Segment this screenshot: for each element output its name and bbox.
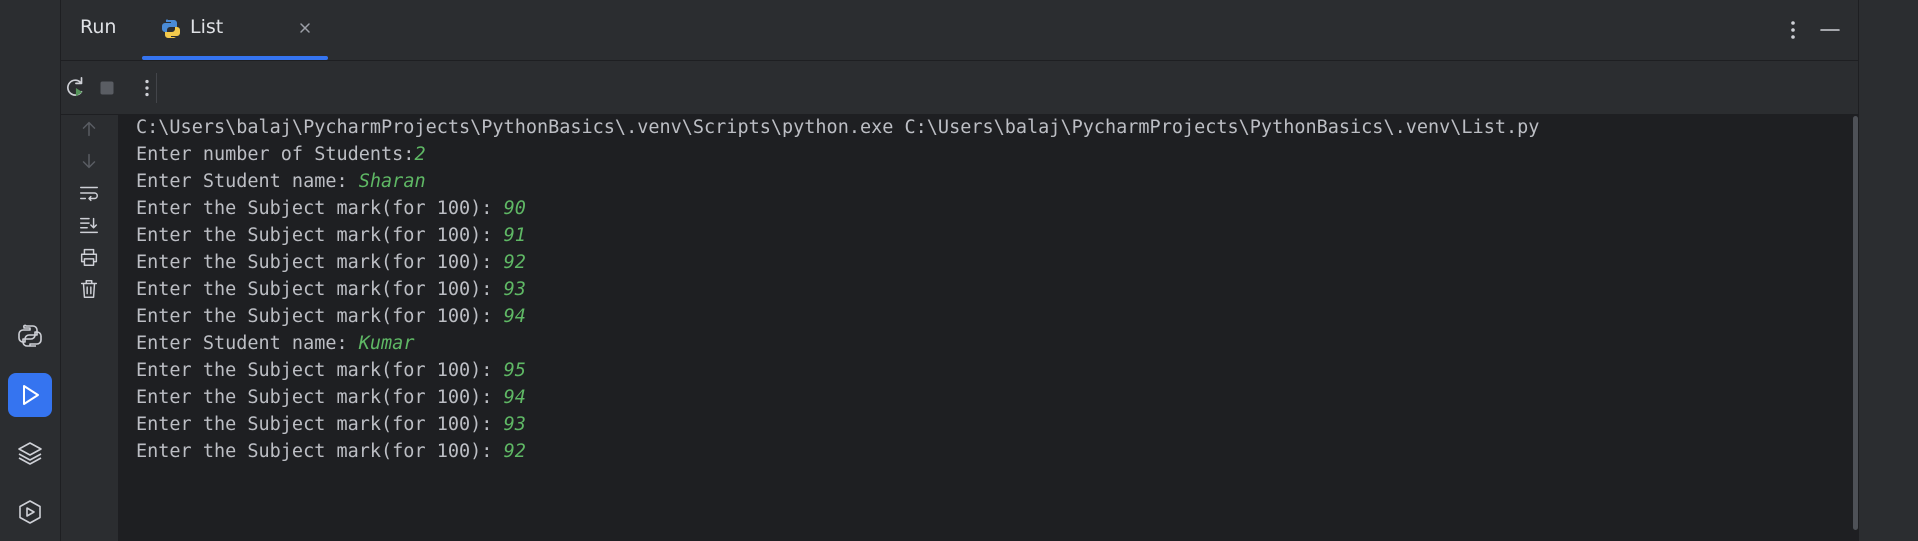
scroll-to-end-icon xyxy=(80,217,98,234)
stop-icon xyxy=(100,81,114,95)
console-output[interactable]: C:\Users\balaj\PycharmProjects\PythonBas… xyxy=(118,115,1858,541)
console-output-text: Enter the Subject mark(for 100): xyxy=(136,414,504,435)
console-user-input: 91 xyxy=(503,225,526,246)
console-user-input: 93 xyxy=(503,414,526,435)
python-console-icon xyxy=(18,324,42,347)
soft-wrap-icon xyxy=(80,186,98,202)
scroll-up-button[interactable] xyxy=(75,115,103,143)
print-button[interactable] xyxy=(75,243,103,271)
stop-button[interactable] xyxy=(93,74,121,102)
python-file-icon xyxy=(162,19,180,38)
services-button[interactable] xyxy=(8,490,52,534)
rerun-icon xyxy=(67,76,83,97)
services-icon xyxy=(19,500,41,524)
active-tab-indicator xyxy=(142,56,328,60)
console-user-input: 94 xyxy=(503,306,526,327)
console-output-text: Enter the Subject mark(for 100): xyxy=(136,198,504,219)
trash-icon xyxy=(80,280,98,298)
console-user-input: 95 xyxy=(503,360,526,381)
console-output-text: Enter the Subject mark(for 100): xyxy=(136,225,504,246)
console-user-input: 92 xyxy=(503,252,526,273)
console-output-text: Enter the Subject mark(for 100): xyxy=(136,279,504,300)
scroll-to-end-button[interactable] xyxy=(75,211,103,239)
right-tool-strip xyxy=(1858,0,1918,541)
arrow-up-icon xyxy=(82,121,96,137)
print-icon xyxy=(80,248,98,266)
console-user-input: 94 xyxy=(503,387,526,408)
console-line: Enter the Subject mark(for 100): 92 xyxy=(136,435,526,468)
console-output-text: Enter number of Students: xyxy=(136,144,415,165)
tool-window-header: Run List xyxy=(61,0,1858,61)
ide-window: Run List C:\Users\balaj\PycharmProjects\… xyxy=(0,0,1918,541)
run-tool-window: Run List C:\Users\balaj\PycharmProjects\… xyxy=(61,0,1858,541)
console-side-actions xyxy=(61,115,117,541)
soft-wrap-button[interactable] xyxy=(75,179,103,207)
more-options-icon[interactable] xyxy=(1780,17,1806,43)
console-user-input: 90 xyxy=(503,198,526,219)
scroll-down-button[interactable] xyxy=(75,147,103,175)
rerun-button[interactable] xyxy=(61,74,89,102)
console-output-text: C:\Users\balaj\PycharmProjects\PythonBas… xyxy=(136,117,1540,138)
console-output-text: Enter the Subject mark(for 100): xyxy=(136,252,504,273)
console-user-input: 92 xyxy=(503,441,526,462)
clear-all-button[interactable] xyxy=(75,275,103,303)
more-vertical-icon xyxy=(145,79,149,97)
console-user-input: Kumar xyxy=(358,333,415,354)
console-user-input: Sharan xyxy=(358,171,426,192)
python-console-button[interactable] xyxy=(8,314,52,358)
toolbar-more-button[interactable] xyxy=(133,74,161,102)
console-output-text: Enter the Subject mark(for 100): xyxy=(136,306,504,327)
layers-icon xyxy=(18,442,42,465)
close-icon[interactable] xyxy=(297,20,313,36)
tab-label: List xyxy=(190,16,224,38)
layers-button[interactable] xyxy=(8,431,52,475)
minimize-icon[interactable] xyxy=(1817,17,1843,43)
tool-window-title: Run xyxy=(80,16,117,38)
console-user-input: 2 xyxy=(414,144,426,165)
arrow-down-icon xyxy=(82,153,96,169)
run-toolbar xyxy=(61,61,1858,115)
run-tool-button[interactable] xyxy=(8,373,52,417)
console-output-text: Enter Student name: xyxy=(136,333,359,354)
run-icon xyxy=(23,385,39,405)
console-output-text: Enter the Subject mark(for 100): xyxy=(136,387,504,408)
console-user-input: 93 xyxy=(503,279,526,300)
console-output-text: Enter the Subject mark(for 100): xyxy=(136,441,504,462)
console-output-text: Enter the Subject mark(for 100): xyxy=(136,360,504,381)
left-tool-strip xyxy=(0,0,61,541)
console-output-text: Enter Student name: xyxy=(136,171,359,192)
